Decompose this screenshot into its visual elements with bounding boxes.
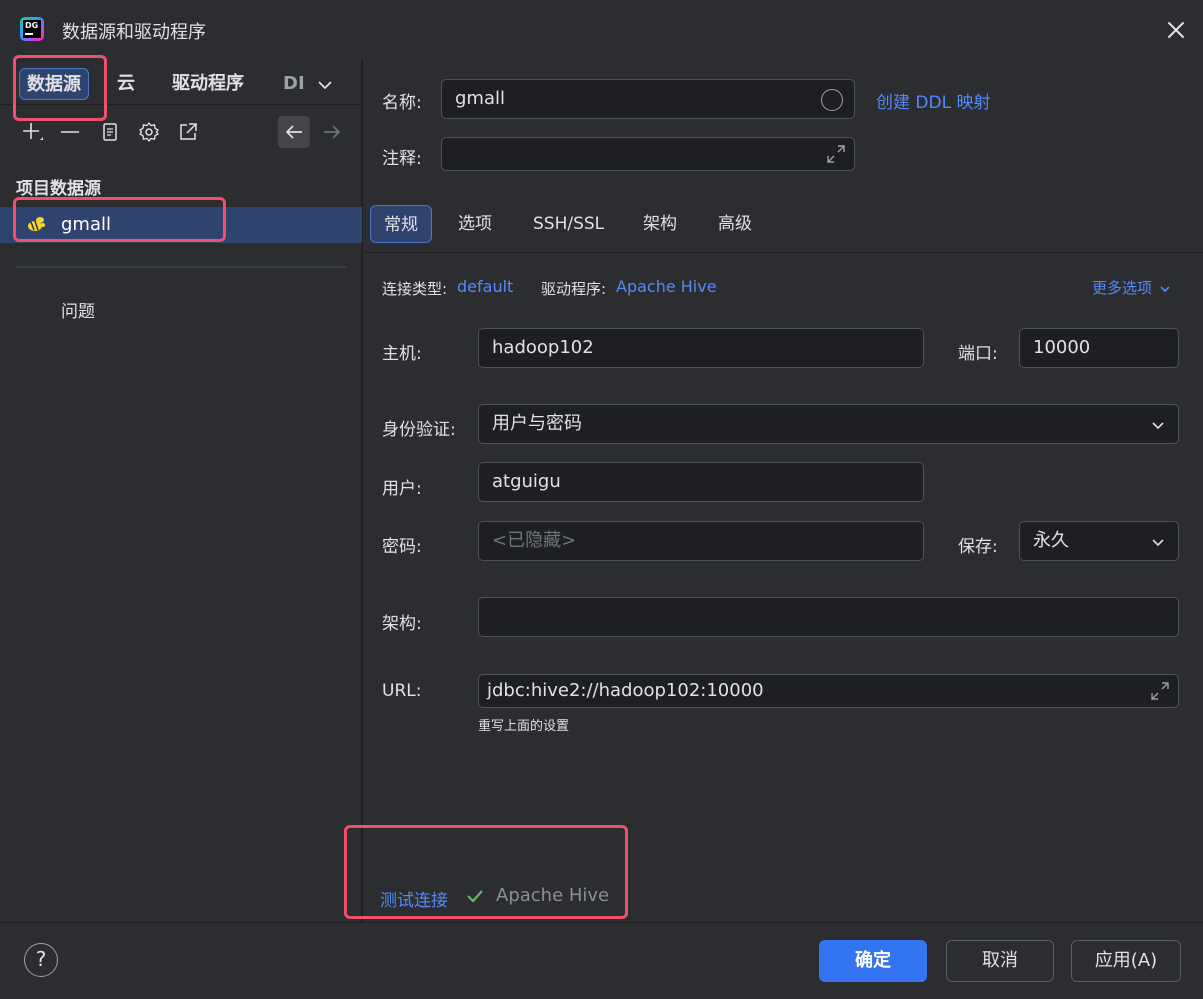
password-label: 密码: [382, 537, 422, 557]
connection-type-label: 连接类型: [382, 280, 448, 298]
apply-button[interactable]: 应用(A) [1071, 940, 1181, 982]
tab-schemas[interactable]: 架构 [636, 205, 684, 243]
comment-input[interactable] [441, 137, 855, 171]
title-bar: DG 数据源和驱动程序 [0, 0, 1203, 60]
more-options-label: 更多选项 [1092, 279, 1153, 297]
highlight-box [13, 55, 107, 121]
expand-icon[interactable] [824, 142, 848, 177]
add-icon[interactable] [18, 118, 46, 146]
highlight-box [13, 197, 226, 242]
cancel-button[interactable]: 取消 [946, 940, 1054, 982]
name-value: gmall [455, 88, 505, 109]
password-placeholder: <已隐藏> [492, 530, 577, 551]
highlight-box [344, 825, 628, 919]
password-input[interactable]: <已隐藏> [478, 521, 924, 561]
datagrip-logo-icon: DG [20, 17, 44, 41]
tab-cloud[interactable]: 云 [110, 68, 142, 100]
save-select[interactable]: 永久 [1019, 521, 1179, 561]
tab-options[interactable]: 选项 [451, 205, 499, 243]
ok-button[interactable]: 确定 [819, 940, 927, 982]
driver-link[interactable]: Apache Hive [616, 277, 717, 296]
datasource-settings-panel: 名称: gmall 创建 DDL 映射 注释: 常规 选项 SSH/SSL 架构… [363, 60, 1203, 922]
dialog-footer: ? 确定 取消 应用(A) [0, 922, 1203, 999]
auth-label: 身份验证: [382, 420, 456, 440]
name-label: 名称: [382, 93, 422, 113]
export-icon[interactable] [174, 118, 202, 146]
url-input[interactable]: jdbc:hive2://hadoop102:10000 [478, 674, 1179, 708]
host-input[interactable]: hadoop102 [478, 328, 924, 368]
url-override-hint: 重写上面的设置 [478, 719, 570, 734]
tab-ssh-ssl[interactable]: SSH/SSL [526, 205, 611, 243]
divider [363, 252, 1203, 253]
schema-input[interactable] [478, 597, 1179, 637]
settings-gear-icon[interactable] [135, 118, 163, 146]
remove-icon[interactable] [56, 118, 84, 146]
tab-di[interactable]: DI [276, 68, 312, 100]
host-label: 主机: [382, 344, 422, 364]
connection-type-link[interactable]: default [457, 277, 513, 296]
chevron-down-icon [1152, 539, 1164, 547]
expand-icon[interactable] [1148, 679, 1172, 714]
tabs-overflow-chevron-icon[interactable] [316, 76, 334, 99]
create-ddl-mapping-link[interactable]: 创建 DDL 映射 [876, 88, 990, 113]
more-options-link[interactable]: 更多选项 [1092, 277, 1171, 298]
port-input[interactable]: 10000 [1019, 328, 1179, 368]
user-label: 用户: [382, 479, 422, 499]
auth-value: 用户与密码 [492, 413, 582, 434]
close-icon[interactable] [1162, 16, 1190, 44]
schema-label: 架构: [382, 614, 422, 634]
port-label: 端口: [958, 344, 998, 364]
comment-label: 注释: [382, 149, 422, 169]
user-input[interactable]: atguigu [478, 462, 924, 502]
project-datasources-label: 项目数据源 [16, 179, 101, 199]
tab-advanced[interactable]: 高级 [711, 205, 759, 243]
forward-arrow-icon[interactable] [318, 118, 346, 146]
chevron-down-icon [1152, 422, 1164, 430]
help-button[interactable]: ? [24, 943, 58, 977]
tab-drivers[interactable]: 驱动程序 [165, 68, 251, 100]
divider [16, 266, 346, 268]
name-input[interactable]: gmall [441, 79, 855, 119]
window-title: 数据源和驱动程序 [62, 22, 206, 43]
color-circle-icon[interactable] [821, 89, 843, 111]
sidebar: 数据源 云 驱动程序 DI 项目数据源 gmall 问题 [0, 60, 362, 922]
problems-item[interactable]: 问题 [61, 297, 95, 322]
duplicate-icon[interactable] [96, 118, 124, 146]
driver-label: 驱动程序: [541, 280, 607, 298]
save-label: 保存: [958, 537, 998, 557]
back-arrow-icon[interactable] [278, 116, 310, 148]
tab-general[interactable]: 常规 [370, 205, 432, 243]
save-value: 永久 [1033, 530, 1069, 551]
auth-select[interactable]: 用户与密码 [478, 404, 1179, 444]
url-value: jdbc:hive2://hadoop102:10000 [487, 680, 764, 701]
chevron-down-icon [1160, 285, 1170, 292]
url-label: URL: [382, 681, 422, 701]
